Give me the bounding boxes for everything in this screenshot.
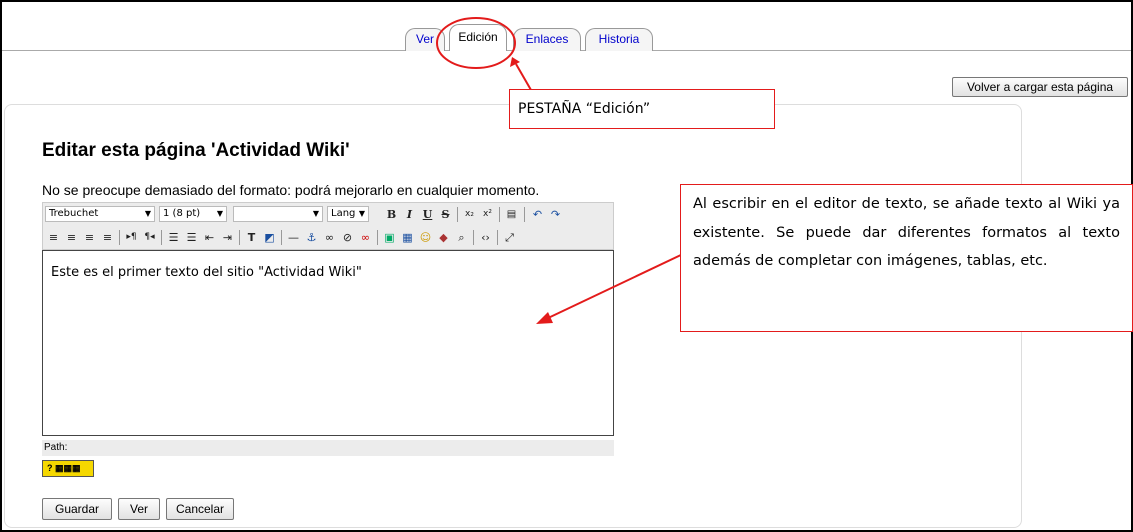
editor-callout-arrowhead bbox=[536, 312, 553, 324]
tab-highlight-ellipse bbox=[436, 17, 516, 69]
tab-callout-arrow bbox=[515, 63, 532, 91]
tab-callout-box: PESTAÑA “Edición” bbox=[509, 89, 775, 129]
editor-callout-box: Al escribir en el editor de texto, se añ… bbox=[680, 184, 1133, 332]
tab-callout-text: PESTAÑA “Edición” bbox=[518, 101, 651, 117]
tab-callout-arrowhead bbox=[510, 57, 520, 67]
editor-callout-arrow bbox=[545, 253, 684, 320]
editor-callout-text: Al escribir en el editor de texto, se añ… bbox=[693, 196, 1120, 269]
